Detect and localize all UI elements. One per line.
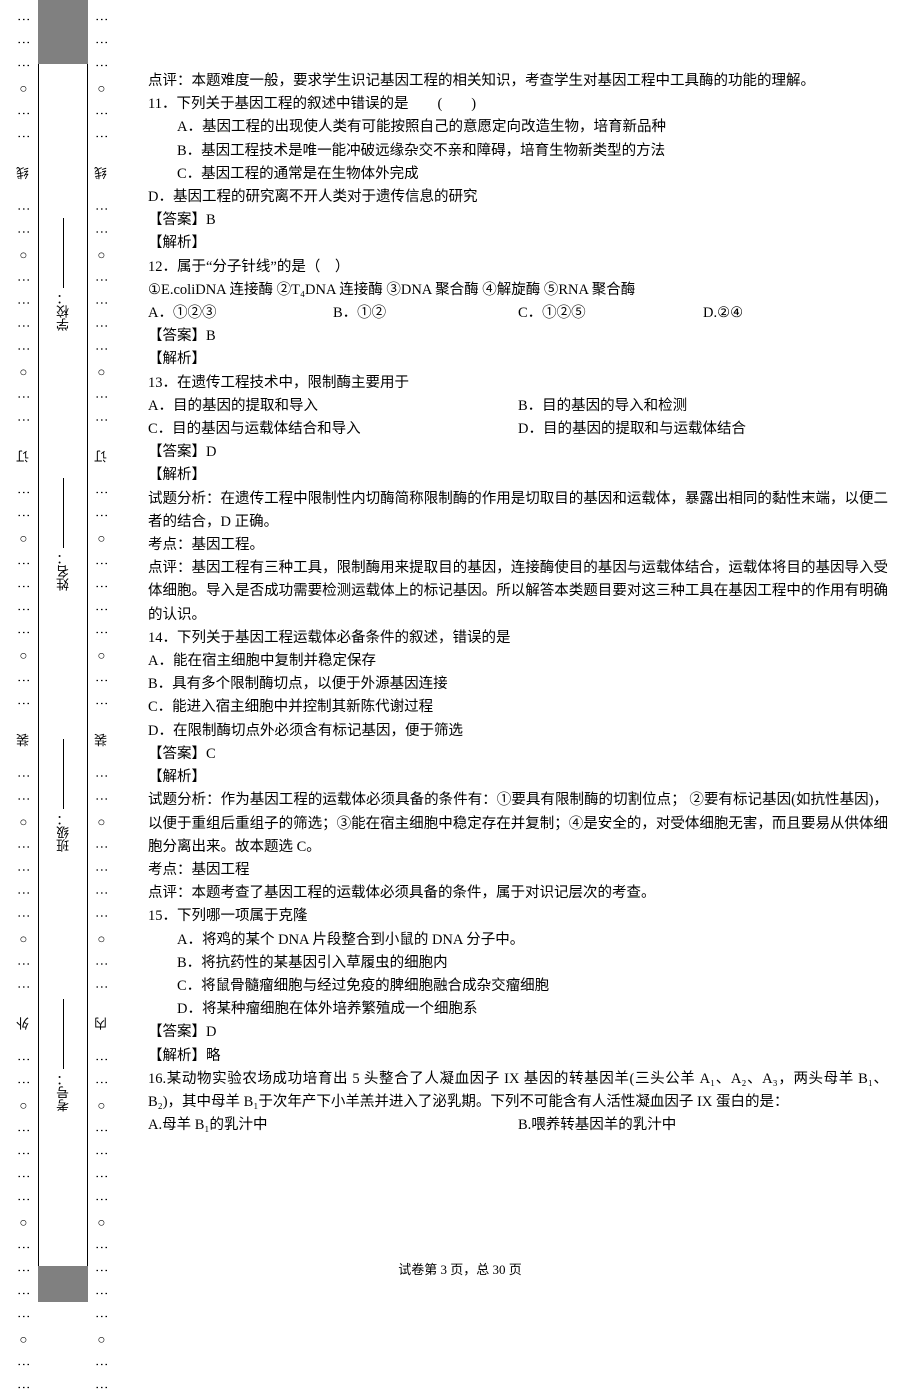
q12-c: C．①②⑤ xyxy=(518,302,703,325)
q12-ans: 【答案】B xyxy=(148,325,888,348)
margin-gap-top xyxy=(38,0,88,64)
page-footer: 试卷第 3 页，总 30 页 xyxy=(0,1259,920,1278)
q12-d: D.②④ xyxy=(703,302,888,325)
margin-inner-text: ⋮⋮○⋮⋮⋮⋮○⋮⋮⋮⋮○⋮⋮ 内 ⋮⋮○⋮⋮⋮⋮○⋮⋮ 装 ⋮⋮○⋮⋮⋮⋮○⋮… xyxy=(92,0,111,1394)
comment-top: 点评：本题难度一般，要求学生识记基因工程的相关知识，考查学生对基因工程中工具酶的… xyxy=(148,70,888,93)
q13-b: B．目的基因的导入和检测 xyxy=(518,395,888,418)
q15-exp: 【解析】略 xyxy=(148,1045,888,1068)
q15-d: D．将某种瘤细胞在体外培养繁殖成一个细胞系 xyxy=(148,998,888,1021)
q12-a: A．①②③ xyxy=(148,302,333,325)
q11-d: D．基因工程的研究离不开人类对于遗传信息的研究 xyxy=(148,186,888,209)
q16-a: A.母羊 B₁的乳汁中 xyxy=(148,1114,518,1137)
field-class-label: 班级： xyxy=(54,813,73,852)
q12-b: B．①② xyxy=(333,302,518,325)
field-name-line[interactable] xyxy=(63,478,64,548)
q11-c: C．基因工程的通常是在生物体外完成 xyxy=(148,163,888,186)
q14-a: A．能在宿主细胞中复制并稳定保存 xyxy=(148,650,888,673)
q15-b: B．将抗药性的某基因引入草履虫的细胞内 xyxy=(148,952,888,975)
q12-options: A．①②③ B．①② C．①②⑤ D.②④ xyxy=(148,302,888,325)
q13-ans: 【答案】D xyxy=(148,441,888,464)
q13-c: C．目的基因与运载体结合和导入 xyxy=(148,418,518,441)
q14-kd: 考点：基因工程 xyxy=(148,859,888,882)
q13-cmt: 点评：基因工程有三种工具，限制酶用来提取目的基因，连接酶使目的基因与运载体结合，… xyxy=(148,557,888,627)
margin-outer: ⋮⋮○⋮⋮⋮⋮○⋮⋮⋮⋮○⋮⋮ 外 ⋮⋮○⋮⋮⋮⋮○⋮⋮ 装 ⋮⋮○⋮⋮⋮⋮○⋮… xyxy=(16,0,30,1302)
field-school: 学校： xyxy=(54,218,73,331)
q14-b: B．具有多个限制酶切点，以便于外源基因连接 xyxy=(148,673,888,696)
q13-exp: 【解析】 xyxy=(148,464,888,487)
field-school-line[interactable] xyxy=(63,218,64,288)
q14-stem: 14．下列关于基因工程运载体必备条件的叙述，错误的是 xyxy=(148,627,888,650)
q11-stem: 11．下列关于基因工程的叙述中错误的是 ( ) xyxy=(148,93,888,116)
margin-outer-text: ⋮⋮○⋮⋮⋮⋮○⋮⋮⋮⋮○⋮⋮ 外 ⋮⋮○⋮⋮⋮⋮○⋮⋮ 装 ⋮⋮○⋮⋮⋮⋮○⋮… xyxy=(14,0,33,1394)
q13-kd: 考点：基因工程。 xyxy=(148,534,888,557)
margin-inner: ⋮⋮○⋮⋮⋮⋮○⋮⋮⋮⋮○⋮⋮ 内 ⋮⋮○⋮⋮⋮⋮○⋮⋮ 装 ⋮⋮○⋮⋮⋮⋮○⋮… xyxy=(94,0,108,1302)
margin-mid: 考号： 班级： 姓名： 学校： xyxy=(38,64,88,1266)
field-examno: 考号： xyxy=(54,999,73,1112)
field-name-label: 姓名： xyxy=(54,552,73,591)
q12-exp: 【解析】 xyxy=(148,348,888,371)
q15-c: C．将鼠骨髓瘤细胞与经过免疫的脾细胞融合成杂交瘤细胞 xyxy=(148,975,888,998)
q14-c: C．能进入宿主细胞中并控制其新陈代谢过程 xyxy=(148,696,888,719)
q11-b: B．基因工程技术是唯一能冲破远缘杂交不亲和障碍，培育生物新类型的方法 xyxy=(148,140,888,163)
field-examno-line[interactable] xyxy=(63,999,64,1069)
q13-ana1: 试题分析：在遗传工程中限制性内切酶简称限制酶的作用是切取目的基因和运载体，暴露出… xyxy=(148,488,888,534)
q16-stem: 16.某动物实验农场成功培育出 5 头整合了人凝血因子 IX 基因的转基因羊(三… xyxy=(148,1068,888,1114)
q11-a: A．基因工程的出现使人类有可能按照自己的意愿定向改造生物，培育新品种 xyxy=(148,116,888,139)
q14-ans: 【答案】C xyxy=(148,743,888,766)
q13-row1: A．目的基因的提取和导入 B．目的基因的导入和检测 xyxy=(148,395,888,418)
q15-a: A．将鸡的某个 DNA 片段整合到小鼠的 DNA 分子中。 xyxy=(148,929,888,952)
q15-stem: 15．下列哪一项属于克隆 xyxy=(148,905,888,928)
field-examno-label: 考号： xyxy=(54,1073,73,1112)
q16-row1: A.母羊 B₁的乳汁中 B.喂养转基因羊的乳汁中 xyxy=(148,1114,888,1137)
q14-ana1: 试题分析：作为基因工程的运载体必须具备的条件有：①要具有限制酶的切割位点； ②要… xyxy=(148,789,888,859)
q11-ans: 【答案】B xyxy=(148,209,888,232)
q13-d: D．目的基因的提取和与运载体结合 xyxy=(518,418,888,441)
q13-stem: 13．在遗传工程技术中，限制酶主要用于 xyxy=(148,372,888,395)
q12-stem: 12．属于“分子针线”的是（ ） xyxy=(148,256,888,279)
q14-exp: 【解析】 xyxy=(148,766,888,789)
field-school-label: 学校： xyxy=(54,292,73,331)
q13-a: A．目的基因的提取和导入 xyxy=(148,395,518,418)
q15-ans: 【答案】D xyxy=(148,1021,888,1044)
margin-form-box: 考号： 班级： 姓名： 学校： xyxy=(38,0,88,1302)
content-area: 点评：本题难度一般，要求学生识记基因工程的相关知识，考查学生对基因工程中工具酶的… xyxy=(148,70,888,1137)
q14-cmt: 点评：本题考查了基因工程的运载体必须具备的条件，属于对识记层次的考查。 xyxy=(148,882,888,905)
q12-line2: ①E.coliDNA 连接酶 ②T₄DNA 连接酶 ③DNA 聚合酶 ④解旋酶 … xyxy=(148,279,888,302)
q11-exp: 【解析】 xyxy=(148,232,888,255)
q13-row2: C．目的基因与运载体结合和导入 D．目的基因的提取和与运载体结合 xyxy=(148,418,888,441)
q16-b: B.喂养转基因羊的乳汁中 xyxy=(518,1114,888,1137)
field-name: 姓名： xyxy=(54,478,73,591)
q14-d: D．在限制酶切点外必须含有标记基因，便于筛选 xyxy=(148,720,888,743)
field-class-line[interactable] xyxy=(63,739,64,809)
field-class: 班级： xyxy=(54,739,73,852)
